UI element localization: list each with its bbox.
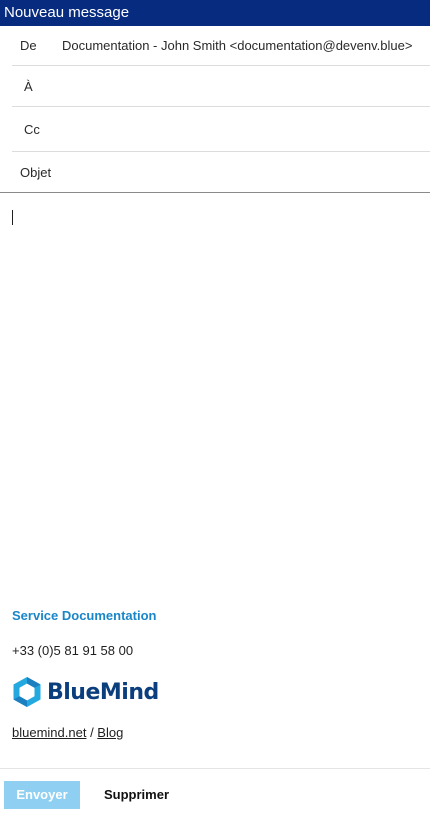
header-fields: De Documentation - John Smith <documenta…: [0, 26, 430, 193]
text-caret: [12, 210, 13, 225]
delete-button[interactable]: Supprimer: [96, 781, 177, 809]
to-input[interactable]: [33, 66, 430, 106]
from-value[interactable]: Documentation - John Smith <documentatio…: [62, 38, 412, 53]
subject-field[interactable]: Objet: [0, 152, 430, 193]
bluemind-logo: BlueMind: [12, 676, 159, 708]
cc-label: Cc: [24, 121, 40, 137]
signature: Service Documentation +33 (0)5 81 91 58 …: [12, 608, 159, 740]
signature-title: Service Documentation: [12, 608, 157, 623]
subject-label: Objet: [20, 164, 52, 180]
logo-text: BlueMind: [47, 679, 159, 705]
compose-footer: Envoyer Supprimer: [0, 768, 430, 815]
to-label: À: [24, 78, 33, 94]
bluemind-net-link[interactable]: bluemind.net: [12, 725, 86, 740]
bluemind-hexagon-logo-icon: [13, 677, 41, 707]
send-button[interactable]: Envoyer: [4, 781, 80, 809]
signature-phone: +33 (0)5 81 91 58 00: [12, 643, 134, 658]
cc-field[interactable]: Cc: [12, 107, 430, 152]
link-separator: /: [86, 725, 98, 740]
cc-input[interactable]: [40, 107, 430, 151]
from-label: De: [20, 38, 37, 53]
subject-input[interactable]: [51, 152, 430, 192]
to-field[interactable]: À: [12, 66, 430, 107]
blog-link[interactable]: Blog: [97, 725, 123, 740]
message-body-editor[interactable]: Service Documentation +33 (0)5 81 91 58 …: [0, 193, 430, 767]
compose-window: Nouveau message De Documentation - John …: [0, 0, 430, 815]
from-field[interactable]: De Documentation - John Smith <documenta…: [12, 26, 430, 66]
window-title: Nouveau message: [0, 0, 430, 26]
signature-links: bluemind.net / Blog: [12, 725, 159, 740]
